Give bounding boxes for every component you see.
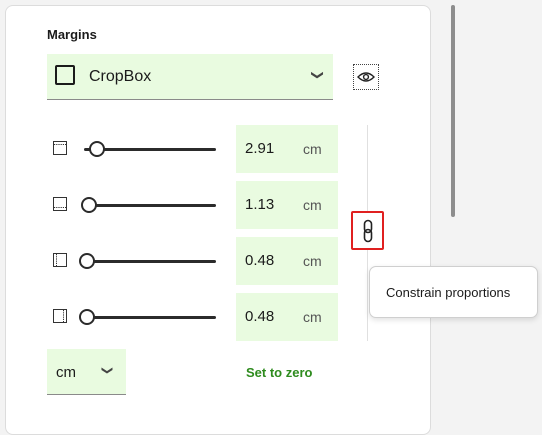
margin-row-top: 2.91 cm: [47, 125, 347, 173]
unit-dropdown-value: cm: [56, 364, 76, 381]
chevron-down-icon: ❯: [310, 69, 325, 81]
right-margin-slider-thumb[interactable]: [79, 309, 95, 325]
right-margin-unit: cm: [303, 309, 322, 325]
bottom-margin-unit: cm: [303, 197, 322, 213]
unit-dropdown[interactable]: cm ❯: [47, 349, 126, 395]
link-icon: [363, 219, 372, 242]
left-margin-value: 0.48: [245, 252, 275, 269]
chevron-down-icon: ❯: [101, 365, 114, 376]
bottom-margin-slider-thumb[interactable]: [81, 197, 97, 213]
box-type-value: CropBox: [89, 68, 152, 85]
box-type-dropdown[interactable]: CropBox ❯: [47, 54, 333, 100]
right-margin-value: 0.48: [245, 308, 275, 325]
left-margin-slider-thumb[interactable]: [79, 253, 95, 269]
left-margin-field[interactable]: 0.48 cm: [236, 237, 338, 285]
top-margin-field[interactable]: 2.91 cm: [236, 125, 338, 173]
right-margin-slider-track[interactable]: [84, 316, 216, 319]
top-margin-unit: cm: [303, 141, 322, 157]
left-margin-icon: [53, 253, 67, 267]
bottom-margin-slider-track[interactable]: [84, 204, 216, 207]
bottom-margin-field[interactable]: 1.13 cm: [236, 181, 338, 229]
right-margin-field[interactable]: 0.48 cm: [236, 293, 338, 341]
bottom-margin-value: 1.13: [245, 196, 275, 213]
left-margin-unit: cm: [303, 253, 322, 269]
constrain-proportions-button[interactable]: [351, 211, 384, 250]
margin-row-left: 0.48 cm: [47, 237, 347, 285]
margin-row-bottom: 1.13 cm: [47, 181, 347, 229]
left-margin-slider-track[interactable]: [84, 260, 216, 263]
scrollbar[interactable]: [451, 5, 455, 217]
right-margin-icon: [53, 309, 67, 323]
set-to-zero-button[interactable]: Set to zero: [246, 365, 312, 380]
square-icon: [55, 65, 75, 85]
preview-toggle-button[interactable]: [353, 64, 379, 90]
top-margin-value: 2.91: [245, 140, 275, 157]
constrain-tooltip: Constrain proportions: [369, 266, 538, 318]
margin-row-right: 0.48 cm: [47, 293, 347, 341]
section-title: Margins: [47, 27, 97, 42]
top-margin-slider-thumb[interactable]: [89, 141, 105, 157]
top-margin-icon: [53, 141, 67, 155]
eye-icon: [357, 72, 375, 82]
bottom-margin-icon: [53, 197, 67, 211]
